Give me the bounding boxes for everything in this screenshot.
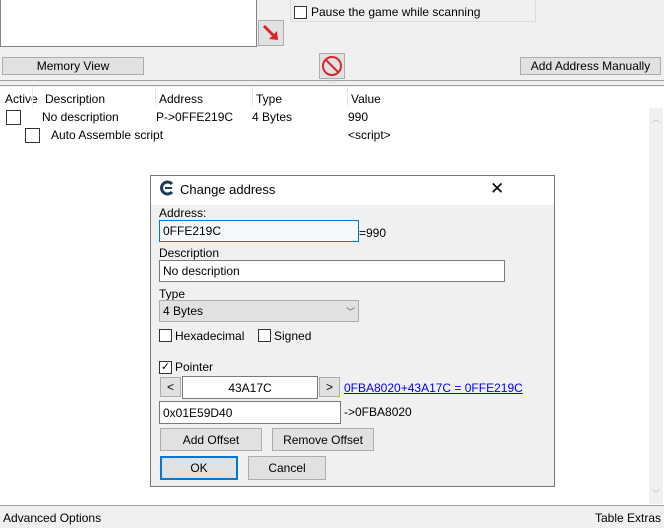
scroll-up-icon[interactable]: ︿ (649, 112, 663, 125)
hexadecimal-label: Hexadecimal (175, 329, 245, 343)
cheat-engine-icon (160, 180, 174, 196)
previous-offset-button[interactable]: < (160, 377, 181, 397)
advanced-options-button[interactable]: Advanced Options (3, 511, 101, 525)
header-divider (155, 87, 156, 107)
row-address: P->0FFE219C (156, 110, 234, 124)
active-checkbox[interactable] (6, 110, 21, 125)
pause-game-label: Pause the game while scanning (311, 5, 481, 19)
stop-button[interactable] (319, 53, 345, 79)
header-divider (347, 87, 348, 107)
memory-view-button[interactable]: Memory View (2, 57, 144, 75)
signed-checkbox[interactable] (258, 329, 271, 342)
column-value[interactable]: Value (351, 92, 381, 106)
column-description[interactable]: Description (45, 92, 105, 106)
row-description: No description (42, 110, 119, 124)
row-value: 990 (348, 110, 369, 124)
no-entry-icon (322, 56, 342, 76)
description-input[interactable]: No description (159, 260, 505, 282)
type-label: Type (159, 287, 186, 301)
offset-input[interactable]: 43A17C (182, 376, 318, 399)
pause-game-checkbox[interactable] (294, 6, 307, 19)
pointer-checkbox[interactable]: ✓ (159, 361, 172, 374)
vertical-scrollbar[interactable]: ︿ ﹀ (649, 108, 663, 504)
header-dividers (32, 87, 33, 107)
active-checkbox[interactable] (25, 128, 40, 143)
red-arrow-icon (262, 24, 278, 40)
base-address-input[interactable]: 0x01E59D40 (159, 401, 341, 424)
pointer-label: Pointer (175, 360, 214, 374)
address-label: Address: (159, 206, 207, 220)
dialog-title: Change address (180, 182, 276, 197)
chevron-down-icon: ﹀ (345, 306, 355, 317)
column-type[interactable]: Type (256, 92, 282, 106)
column-address[interactable]: Address (159, 92, 203, 106)
table-extras-button[interactable]: Table Extras (595, 511, 661, 525)
description-label: Description (159, 246, 220, 260)
type-select[interactable]: 4 Bytes ﹀ (159, 300, 359, 322)
add-to-list-button[interactable] (258, 20, 284, 46)
add-address-manually-button[interactable]: Add Address Manually (520, 57, 661, 75)
row-description: Auto Assemble script (51, 128, 164, 142)
cancel-button[interactable]: Cancel (248, 456, 326, 480)
next-offset-button[interactable]: > (319, 377, 340, 397)
base-address-result: ->0FBA8020 (344, 405, 412, 419)
ok-button[interactable]: OK (160, 456, 238, 480)
row-value: <script> (348, 128, 391, 142)
scan-results-box[interactable] (0, 0, 257, 47)
add-offset-button[interactable]: Add Offset (160, 428, 262, 451)
header-divider (252, 87, 253, 107)
scroll-down-icon[interactable]: ﹀ (649, 487, 663, 500)
signed-label: Signed (274, 329, 312, 343)
offset-calculation-link[interactable]: 0FBA8020+43A17C = 0FFE219C (344, 381, 523, 395)
hexadecimal-checkbox[interactable] (159, 329, 172, 342)
address-input[interactable]: 0FFE219C (159, 220, 359, 242)
remove-offset-button[interactable]: Remove Offset (272, 428, 374, 451)
type-value: 4 Bytes (163, 304, 204, 318)
close-icon[interactable]: ✕ (490, 179, 504, 199)
row-type: 4 Bytes (252, 110, 293, 124)
splitter[interactable]: ······ (0, 80, 664, 86)
address-result: =990 (359, 226, 387, 240)
